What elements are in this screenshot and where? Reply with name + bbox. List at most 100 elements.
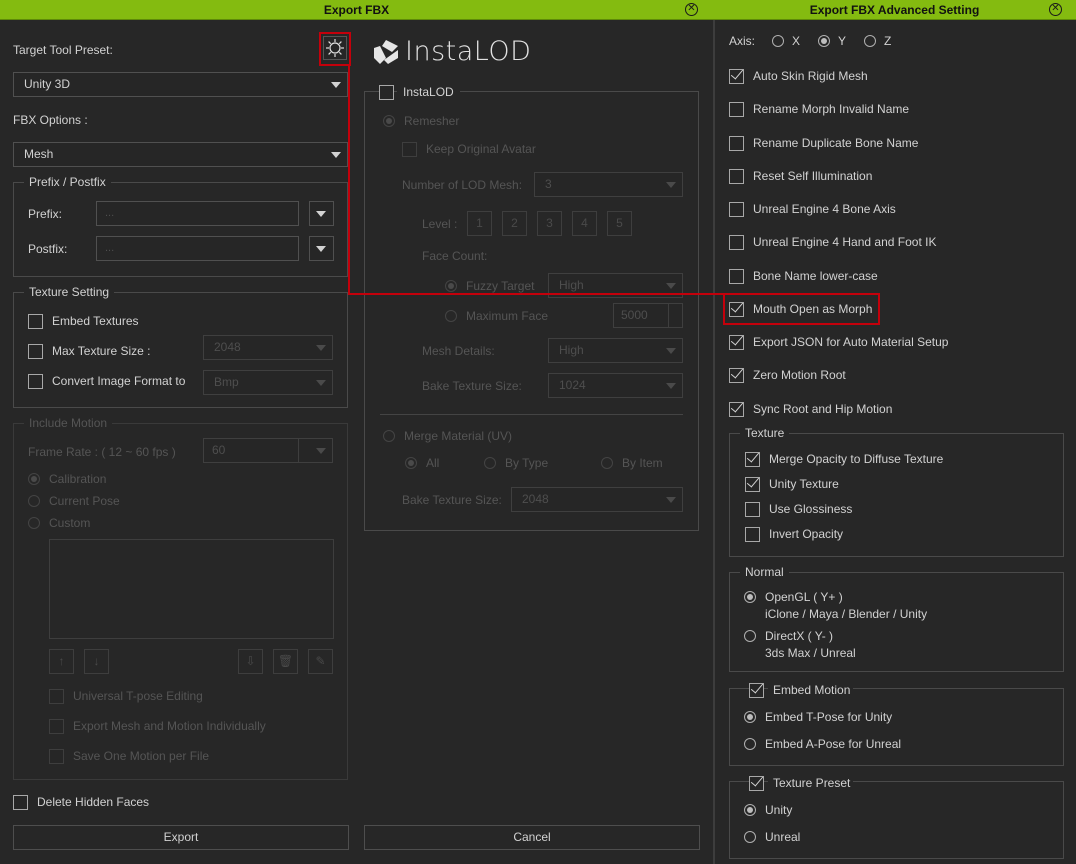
level-2-button[interactable]: 2 <box>502 211 527 236</box>
texture-preset-checkbox[interactable] <box>749 776 764 791</box>
panel-divider <box>713 20 715 864</box>
maximum-face-spinbox[interactable]: 5000 <box>613 303 683 328</box>
embed-tpose-radio[interactable] <box>744 711 756 723</box>
merge-by-type-radio[interactable] <box>484 457 496 469</box>
maximum-face-radio[interactable] <box>445 310 457 322</box>
unity-texture-checkbox[interactable] <box>745 477 760 492</box>
merge-by-item-radio[interactable] <box>601 457 613 469</box>
ue4-bone-axis-label: Unreal Engine 4 Bone Axis <box>753 202 896 216</box>
custom-motion-list[interactable] <box>49 539 334 639</box>
merge-bake-texture-dropdown[interactable]: 2048 <box>511 487 683 512</box>
pose-current-radio[interactable] <box>28 495 40 507</box>
merge-material-radio[interactable] <box>383 430 395 442</box>
normal-directx-radio[interactable] <box>744 630 756 642</box>
prefix-input[interactable]: ... <box>96 201 299 226</box>
fbx-options-value: Mesh <box>24 147 54 161</box>
bone-name-lowercase-checkbox[interactable] <box>729 269 744 284</box>
lod-mesh-dropdown[interactable]: 3 <box>534 172 683 197</box>
pose-calibration-radio[interactable] <box>28 473 40 485</box>
invert-opacity-checkbox[interactable] <box>745 527 760 542</box>
move-down-button[interactable]: ↓ <box>84 649 109 674</box>
level-5-button[interactable]: 5 <box>607 211 632 236</box>
target-tool-preset-value: Unity 3D <box>24 77 71 91</box>
target-tool-preset-dropdown[interactable]: Unity 3D <box>13 72 348 97</box>
delete-button[interactable]: 🗑 <box>273 649 298 674</box>
delete-icon: 🗑 <box>277 654 294 668</box>
close-icon[interactable]: ✕ <box>1049 3 1062 16</box>
fuzzy-target-value: High <box>559 278 584 292</box>
texture-preset-group <box>729 781 1064 859</box>
use-glossiness-label: Use Glossiness <box>769 502 853 516</box>
axis-x-radio[interactable] <box>772 35 784 47</box>
fuzzy-target-radio[interactable] <box>445 280 457 292</box>
annotation-box-mouth-open <box>723 293 880 325</box>
merge-all-radio[interactable] <box>405 457 417 469</box>
export-button[interactable]: Export <box>13 825 349 850</box>
mesh-details-dropdown[interactable]: High <box>548 338 683 363</box>
frame-rate-value: 60 <box>212 443 226 457</box>
bake-texture-size-label: Bake Texture Size: <box>422 379 522 393</box>
merge-bake-texture-value: 2048 <box>522 492 549 506</box>
texture-preset-unity-radio[interactable] <box>744 804 756 816</box>
image-format-value: Bmp <box>214 375 239 389</box>
add-motion-button[interactable]: ⇩ <box>238 649 263 674</box>
rename-morph-invalid-name-checkbox[interactable] <box>729 102 744 117</box>
frame-rate-spinbox[interactable]: 60 <box>203 438 333 463</box>
embed-apose-radio[interactable] <box>744 738 756 750</box>
merge-opacity-checkbox[interactable] <box>745 452 760 467</box>
auto-skin-rigid-mesh-checkbox[interactable] <box>729 69 744 84</box>
one-motion-per-file-checkbox[interactable] <box>49 749 64 764</box>
mesh-details-label: Mesh Details: <box>422 344 495 358</box>
chevron-down-icon <box>316 380 326 386</box>
instalod-separator <box>380 414 683 415</box>
close-icon[interactable]: ✕ <box>685 3 698 16</box>
sync-root-hip-motion-checkbox[interactable] <box>729 402 744 417</box>
normal-opengl-radio[interactable] <box>744 591 756 603</box>
ue4-bone-axis-checkbox[interactable] <box>729 202 744 217</box>
embed-textures-checkbox[interactable] <box>28 314 43 329</box>
level-3-button[interactable]: 3 <box>537 211 562 236</box>
delete-hidden-faces-checkbox[interactable] <box>13 795 28 810</box>
axis-z-radio[interactable] <box>864 35 876 47</box>
reset-self-illumination-checkbox[interactable] <box>729 169 744 184</box>
max-texture-size-dropdown[interactable]: 2048 <box>203 335 333 360</box>
instalod-enable-checkbox[interactable] <box>379 85 394 100</box>
pose-current-label: Current Pose <box>49 494 120 508</box>
texture-preset-unreal-radio[interactable] <box>744 831 756 843</box>
axis-y-radio[interactable] <box>818 35 830 47</box>
spin-up-down-icon[interactable] <box>298 439 312 462</box>
pose-custom-radio[interactable] <box>28 517 40 529</box>
max-texture-size-checkbox[interactable] <box>28 344 43 359</box>
rename-duplicate-bone-name-checkbox[interactable] <box>729 136 744 151</box>
use-glossiness-checkbox[interactable] <box>745 502 760 517</box>
postfix-input[interactable]: ... <box>96 236 299 261</box>
export-individually-checkbox[interactable] <box>49 719 64 734</box>
level-label: Level : <box>422 217 458 231</box>
clear-button[interactable]: ✎ <box>308 649 333 674</box>
fbx-options-dropdown[interactable]: Mesh <box>13 142 348 167</box>
embed-motion-checkbox[interactable] <box>749 683 764 698</box>
keep-original-avatar-checkbox[interactable] <box>402 142 417 157</box>
invert-opacity-label: Invert Opacity <box>769 527 844 541</box>
postfix-dropdown-button[interactable] <box>309 236 334 261</box>
bake-texture-size-dropdown[interactable]: 1024 <box>548 373 683 398</box>
fuzzy-target-label: Fuzzy Target <box>466 279 535 293</box>
clear-icon: ✎ <box>315 654 326 668</box>
spin-up-down-icon[interactable] <box>668 304 682 327</box>
image-format-dropdown[interactable]: Bmp <box>203 370 333 395</box>
remesher-radio[interactable] <box>383 115 395 127</box>
prefix-dropdown-button[interactable] <box>309 201 334 226</box>
export-individually-label: Export Mesh and Motion Individually <box>73 719 266 733</box>
pose-custom-label: Custom <box>49 516 91 530</box>
normal-directx-label: DirectX ( Y- ) <box>765 629 834 643</box>
ue4-hand-foot-ik-checkbox[interactable] <box>729 235 744 250</box>
move-up-button[interactable]: ↑ <box>49 649 74 674</box>
level-4-button[interactable]: 4 <box>572 211 597 236</box>
cancel-button[interactable]: Cancel <box>364 825 700 850</box>
level-1-button[interactable]: 1 <box>467 211 492 236</box>
universal-tpose-checkbox[interactable] <box>49 689 64 704</box>
maximum-face-value: 5000 <box>621 308 648 322</box>
zero-motion-root-checkbox[interactable] <box>729 368 744 383</box>
export-json-checkbox[interactable] <box>729 335 744 350</box>
convert-image-format-checkbox[interactable] <box>28 374 43 389</box>
